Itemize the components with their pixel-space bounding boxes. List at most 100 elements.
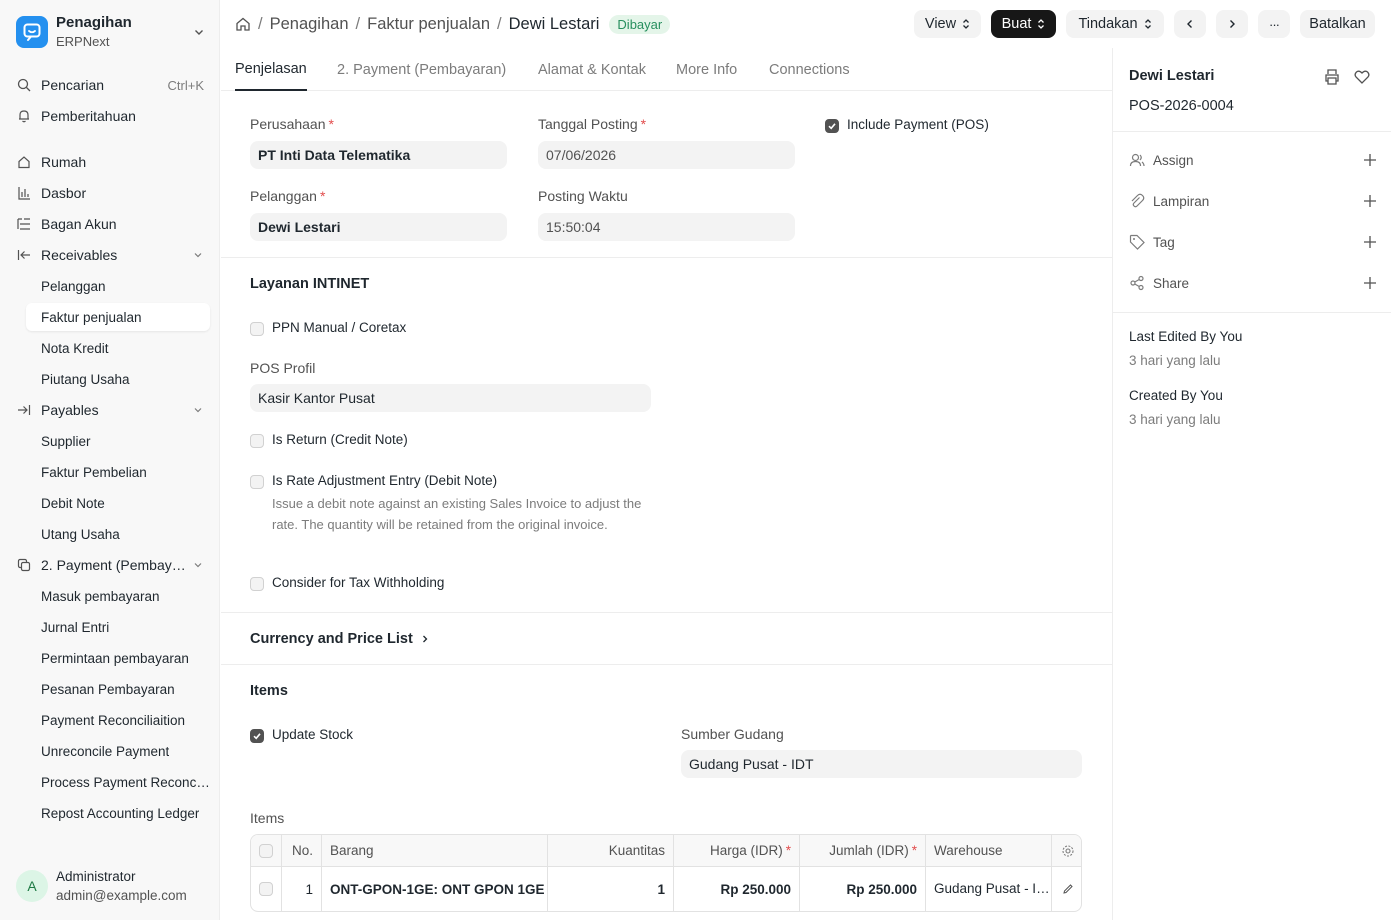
heart-icon[interactable] (1353, 68, 1371, 86)
check-icon (253, 733, 261, 740)
sidebar-item-payment-order[interactable]: Pesanan Pembayaran (26, 675, 210, 703)
row-edit-button[interactable] (1052, 867, 1081, 911)
col-amount: Jumlah (IDR) * (800, 835, 926, 866)
is-return-label: Is Return (Credit Note) (272, 432, 408, 447)
sidebar-item-payables[interactable]: Payables (14, 396, 210, 424)
user-name: Administrator (56, 869, 136, 884)
share-row[interactable]: Share (1129, 271, 1377, 295)
sidebar-item-journal-entry[interactable]: Jurnal Entri (26, 613, 210, 641)
tax-withholding-checkbox[interactable] (250, 577, 264, 591)
plus-icon[interactable] (1363, 276, 1377, 290)
posting-date-field[interactable]: 07/06/2026 (538, 141, 795, 169)
tags-row[interactable]: Tag (1129, 230, 1377, 254)
sidebar-item-home[interactable]: Rumah (14, 148, 210, 176)
table-row[interactable]: 1 ONT-GPON-1GE: ONT GPON 1GE 1 Rp 250.00… (251, 867, 1081, 911)
select-all-checkbox[interactable] (259, 843, 273, 858)
sidebar-item-purchase-invoice[interactable]: Faktur Pembelian (26, 458, 210, 486)
search-label: Pencarian (41, 77, 105, 93)
page-title: Dewi Lestari (508, 14, 600, 33)
tab-more-info[interactable]: More Info (676, 48, 737, 91)
ppn-manual-checkbox[interactable] (250, 322, 264, 336)
attachments-row[interactable]: Lampiran (1129, 189, 1377, 213)
chevron-down-icon (195, 30, 203, 35)
created-label: Created By You (1129, 388, 1223, 403)
sidebar-item-dashboard[interactable]: Dasbor (14, 179, 210, 207)
col-item: Barang (322, 835, 548, 866)
sidebar-item-payment-request[interactable]: Permintaan pembayaran (26, 644, 210, 672)
chevron-down-icon (194, 408, 202, 413)
sidebar-item-payment-entry[interactable]: Masuk pembayaran (26, 582, 210, 610)
sidebar-item-accounts-payable[interactable]: Utang Usaha (26, 520, 210, 548)
pencil-icon (1062, 884, 1073, 894)
row-item[interactable]: ONT-GPON-1GE: ONT GPON 1GE (322, 867, 548, 911)
sidebar-item-sales-invoice[interactable]: Faktur penjualan (26, 303, 210, 331)
print-icon[interactable] (1323, 68, 1341, 86)
row-select-checkbox[interactable] (259, 882, 273, 896)
section-currency-toggle[interactable]: Currency and Price List (250, 631, 431, 647)
update-stock-checkbox[interactable] (250, 729, 264, 743)
more-options-button[interactable]: ··· (1258, 10, 1290, 38)
row-qty[interactable]: 1 (548, 867, 674, 911)
row-warehouse[interactable]: Gudang Pusat - IDT (926, 867, 1052, 911)
pos-profile-label: POS Profil (250, 360, 316, 376)
status-badge: Dibayar (609, 14, 671, 34)
sidebar-item-unreconcile-payment[interactable]: Unreconcile Payment (26, 737, 210, 765)
tab-payment[interactable]: 2. Payment (Pembayaran) (337, 48, 506, 91)
workspace-switcher[interactable]: Penagihan ERPNext (16, 12, 206, 52)
sidebar-item-receivables[interactable]: Receivables (14, 241, 210, 269)
sidebar-item-supplier[interactable]: Supplier (26, 427, 210, 455)
last-edited-time: 3 hari yang lalu (1129, 353, 1221, 368)
cancel-button[interactable]: Batalkan (1300, 10, 1375, 38)
actions-button[interactable]: Tindakan (1066, 10, 1164, 38)
assign-row[interactable]: Assign (1129, 148, 1377, 172)
plus-icon[interactable] (1363, 194, 1377, 208)
user-menu[interactable]: A Administrator admin@example.com (16, 866, 211, 906)
col-warehouse: Warehouse (926, 835, 1052, 866)
tab-details[interactable]: Penjelasan (235, 48, 307, 91)
sidebar-item-process-payment-reconciliation[interactable]: Process Payment Reconciliation (26, 768, 210, 796)
next-button[interactable] (1216, 10, 1248, 38)
row-no: 1 (282, 867, 322, 911)
sidebar-item-payment-reconciliation[interactable]: Payment Reconciliaition (26, 706, 210, 734)
include-payment-checkbox[interactable] (825, 119, 839, 133)
source-warehouse-field[interactable]: Gudang Pusat - IDT (681, 750, 1082, 778)
notifications-label: Pemberitahuan (41, 108, 136, 124)
chevron-right-icon (422, 635, 428, 643)
sidebar-item-payment[interactable]: 2. Payment (Pembayaran) (14, 551, 210, 579)
home-icon[interactable] (235, 16, 251, 32)
ellipsis-icon: ··· (1269, 16, 1280, 32)
breadcrumb-billing[interactable]: Penagihan (270, 15, 349, 34)
plus-icon[interactable] (1363, 153, 1377, 167)
sidebar-item-chart-of-accounts[interactable]: Bagan Akun (14, 210, 210, 238)
sidebar-item-accounts-receivable[interactable]: Piutang Usaha (26, 365, 210, 393)
page-header: / Penagihan / Faktur penjualan / Dewi Le… (221, 0, 1400, 48)
sidebar-item-repost-accounting-ledger[interactable]: Repost Accounting Ledger (26, 799, 210, 827)
table-settings-button[interactable] (1052, 835, 1081, 866)
chevron-up-down-icon (1038, 19, 1045, 29)
previous-button[interactable] (1174, 10, 1206, 38)
rate-adjustment-checkbox[interactable] (250, 475, 264, 489)
breadcrumb-sales-invoice[interactable]: Faktur penjualan (367, 15, 490, 34)
sidebar-notifications[interactable]: Pemberitahuan (14, 102, 210, 130)
tab-connections[interactable]: Connections (769, 48, 850, 91)
tab-address-contact[interactable]: Alamat & Kontak (538, 48, 646, 91)
customer-field[interactable]: Dewi Lestari (250, 213, 507, 241)
posting-time-label: Posting Waktu (538, 188, 628, 204)
source-warehouse-label: Sumber Gudang (681, 726, 784, 742)
pos-profile-field[interactable]: Kasir Kantor Pusat (250, 384, 651, 412)
row-rate[interactable]: Rp 250.000 (674, 867, 800, 911)
is-return-checkbox[interactable] (250, 434, 264, 448)
items-table-label: Items (250, 810, 285, 826)
sidebar-search[interactable]: Pencarian Ctrl+K (14, 71, 210, 99)
sidebar-item-customer[interactable]: Pelanggan (26, 272, 210, 300)
home-icon (16, 154, 32, 170)
app-logo-icon (16, 16, 48, 48)
create-button[interactable]: Buat (991, 10, 1056, 38)
sidebar-item-debit-note[interactable]: Debit Note (26, 489, 210, 517)
plus-icon[interactable] (1363, 235, 1377, 249)
arrow-left-bar-icon (16, 247, 32, 263)
company-field[interactable]: PT Inti Data Telematika (250, 141, 507, 169)
posting-time-field[interactable]: 15:50:04 (538, 213, 795, 241)
sidebar-item-credit-note[interactable]: Nota Kredit (26, 334, 210, 362)
view-button[interactable]: View (914, 10, 981, 38)
